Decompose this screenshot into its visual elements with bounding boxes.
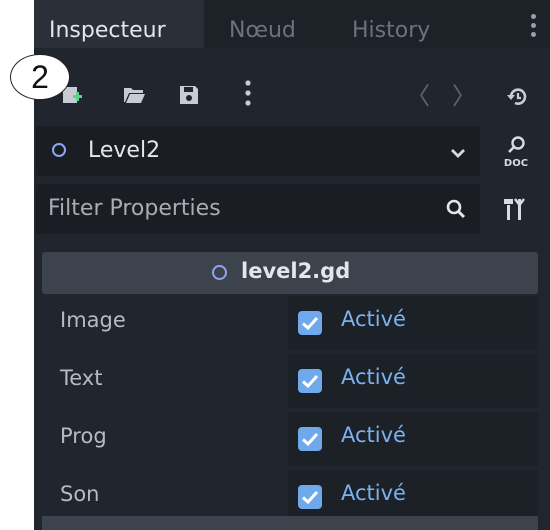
- checkmark-icon: [301, 316, 319, 331]
- forward-icon[interactable]: 〉: [452, 76, 476, 111]
- back-icon[interactable]: 〈: [406, 76, 430, 111]
- script-section-header[interactable]: level2.gd: [42, 252, 538, 294]
- filter-placeholder: Filter Properties: [48, 196, 221, 221]
- checkbox[interactable]: [298, 311, 322, 335]
- search-icon: [445, 198, 467, 224]
- checkbox-label[interactable]: Activé: [341, 365, 406, 389]
- property-value: Activé: [288, 354, 538, 408]
- tab-inspecteur[interactable]: Inspecteur: [34, 0, 204, 48]
- checkbox[interactable]: [298, 485, 322, 509]
- property-name: Son: [60, 482, 100, 506]
- checkbox-label[interactable]: Activé: [341, 423, 406, 447]
- checkmark-icon: [301, 432, 319, 447]
- node-icon: [52, 143, 66, 157]
- tab-bar: Inspecteur Nœud History: [34, 0, 550, 48]
- script-title: level2.gd: [241, 259, 351, 283]
- object-selector[interactable]: Level2: [36, 126, 480, 176]
- inspector-panel: Inspecteur Nœud History 〈 〉 Level2 DOC F…: [34, 0, 550, 530]
- filter-row: Filter Properties: [34, 184, 550, 236]
- object-selector-row: Level2 DOC: [34, 126, 550, 178]
- svg-text:DOC: DOC: [504, 158, 528, 169]
- open-docs-button[interactable]: DOC: [494, 132, 538, 172]
- checkbox[interactable]: [298, 369, 322, 393]
- open-folder-icon[interactable]: [122, 84, 146, 110]
- filter-properties-input[interactable]: Filter Properties: [36, 184, 480, 234]
- kebab-menu-icon[interactable]: [245, 79, 251, 111]
- property-name: Image: [60, 308, 126, 332]
- property-value: Activé: [288, 296, 538, 350]
- tab-history[interactable]: History: [352, 0, 430, 48]
- chevron-down-icon: [450, 144, 466, 163]
- doc-search-icon: DOC: [504, 136, 528, 169]
- property-name: Prog: [60, 424, 107, 448]
- object-selector-label: Level2: [88, 138, 161, 163]
- property-value: Activé: [288, 412, 538, 466]
- checkmark-icon: [301, 374, 319, 389]
- inspector-toolbar: 〈 〉: [34, 48, 550, 122]
- property-row: Prog Activé: [42, 412, 538, 466]
- checkbox-label[interactable]: Activé: [341, 307, 406, 331]
- property-row: Image Activé: [42, 296, 538, 350]
- save-icon[interactable]: [178, 84, 200, 110]
- checkbox[interactable]: [298, 427, 322, 451]
- checkmark-icon: [301, 490, 319, 505]
- property-row: Text Activé: [42, 354, 538, 408]
- checkbox-label[interactable]: Activé: [341, 481, 406, 505]
- script-icon: [212, 265, 227, 280]
- next-section-header: [42, 516, 538, 530]
- tab-menu-icon[interactable]: [531, 14, 537, 41]
- history-icon[interactable]: [506, 86, 528, 112]
- step-callout: 2: [10, 54, 70, 100]
- property-name: Text: [60, 366, 103, 390]
- tab-noeud[interactable]: Nœud: [229, 0, 296, 48]
- tools-icon[interactable]: [504, 196, 526, 226]
